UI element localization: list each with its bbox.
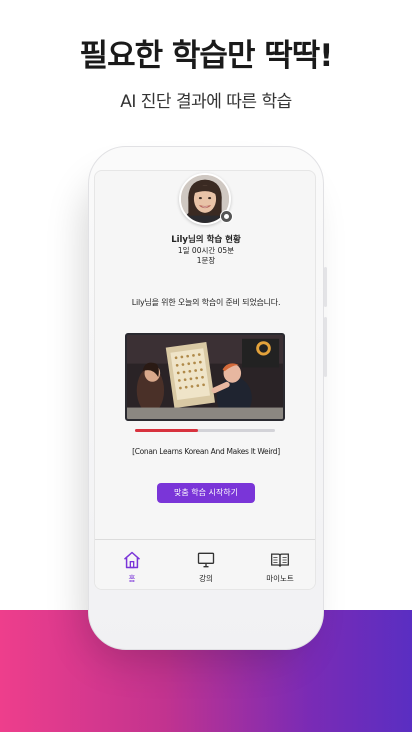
video-frame-image (127, 335, 283, 419)
tab-lectures[interactable]: 강의 (176, 550, 236, 584)
tab-my-notes-label: 마이노트 (266, 574, 294, 583)
tab-my-notes[interactable]: 마이노트 (250, 550, 310, 584)
notebook-icon (271, 553, 289, 567)
monitor-icon (197, 552, 215, 568)
video-progress-fill (135, 429, 198, 432)
bottom-tab-bar: 홈 강의 마이노트 (95, 539, 315, 589)
video-title: [Conan Learns Korean And Makes It Weird] (132, 447, 280, 456)
phone-screen: Lily님의 학습 현황 1일 00시간 05분 1문장 Lily님을 위한 오… (94, 170, 316, 590)
ready-message: Lily님을 위한 오늘의 학습이 준비 되었습니다. (131, 298, 281, 307)
tab-home-label: 홈 (128, 574, 136, 583)
study-status-title: Lily님의 학습 현황 (171, 235, 241, 245)
profile-avatar-container[interactable] (179, 173, 233, 225)
start-custom-study-button[interactable]: 맞춤 학습 시작하기 (157, 483, 255, 503)
camera-icon[interactable] (220, 210, 233, 223)
home-icon (124, 551, 140, 569)
phone-side-button (324, 267, 327, 307)
page-subheadline: AI 진단 결과에 따른 학습 (120, 92, 292, 112)
sentence-count-text: 1문장 (196, 256, 216, 265)
tab-lectures-label: 강의 (199, 574, 213, 583)
phone-side-button (324, 317, 327, 377)
page-headline: 필요한 학습만 딱딱! (79, 38, 334, 74)
video-thumbnail[interactable] (125, 333, 285, 421)
video-progress-bar[interactable] (135, 429, 275, 432)
tab-home[interactable]: 홈 (102, 550, 162, 584)
